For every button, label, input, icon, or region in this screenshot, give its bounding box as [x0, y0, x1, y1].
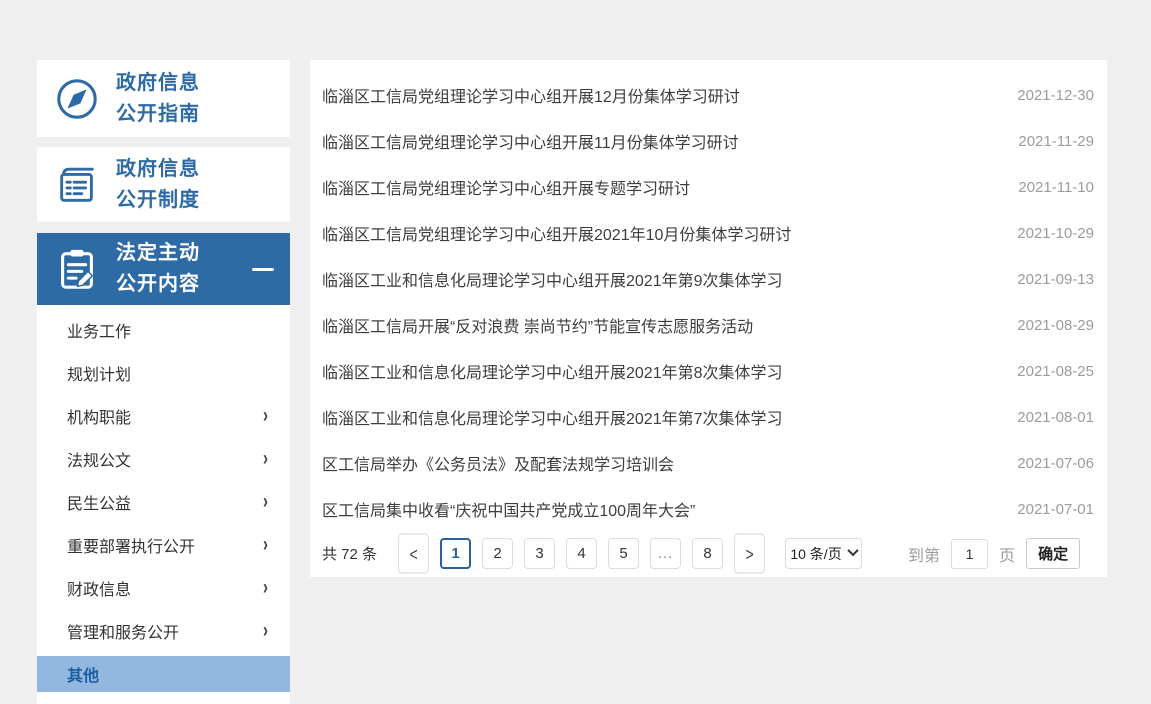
sidebar-item-fiscal-info[interactable]: 财政信息 ›	[37, 566, 290, 609]
sidebar-item-gov-info-system[interactable]: 政府信息 公开制度	[37, 147, 290, 222]
chevron-right-icon: ›	[263, 619, 268, 643]
menu-item-label: 规划计划	[67, 361, 131, 385]
sidebar-item-planning[interactable]: 规划计划	[37, 351, 290, 394]
article-link[interactable]: 临淄区工信局党组理论学习中心组开展专题学习研讨	[322, 175, 690, 199]
sidebar-item-label: 政府信息 公开指南	[116, 68, 200, 130]
chevron-right-icon: ›	[263, 490, 268, 514]
article-date: 2021-11-10	[1018, 179, 1094, 196]
article-date: 2021-10-29	[1017, 225, 1094, 242]
chevron-right-icon: ›	[263, 533, 268, 557]
clipboard-pencil-icon	[54, 246, 100, 292]
chevron-right-icon: ›	[263, 404, 268, 428]
page-button-2[interactable]: 2	[482, 538, 513, 569]
list-item: 临淄区工业和信息化局理论学习中心组开展2021年第7次集体学习 2021-08-…	[310, 394, 1107, 440]
menu-item-label: 法规公文	[67, 447, 131, 471]
sidebar-item-key-deployments[interactable]: 重要部署执行公开 ›	[37, 523, 290, 566]
page-button-5[interactable]: 5	[608, 538, 639, 569]
article-date: 2021-11-29	[1018, 133, 1094, 150]
article-link[interactable]: 临淄区工信局党组理论学习中心组开展2021年10月份集体学习研讨	[322, 221, 791, 245]
sidebar-item-gov-info-guide[interactable]: 政府信息 公开指南	[37, 60, 290, 137]
goto-page-input[interactable]	[951, 539, 988, 569]
article-date: 2021-08-25	[1017, 363, 1094, 380]
article-link[interactable]: 区工信局集中收看“庆祝中国共产党成立100周年大会”	[322, 497, 695, 521]
page-button-1[interactable]: 1	[440, 538, 471, 569]
sidebar-item-label: 法定主动 公开内容	[116, 238, 200, 300]
sidebar-item-other[interactable]: 其他	[37, 656, 290, 692]
compass-icon	[54, 76, 100, 122]
chevron-down-icon	[847, 545, 858, 556]
sidebar-item-management-services[interactable]: 管理和服务公开 ›	[37, 609, 290, 652]
goto-suffix-label: 页	[999, 542, 1015, 566]
page-button-3[interactable]: 3	[524, 538, 555, 569]
sidebar-submenu: 业务工作 规划计划 机构职能 › 法规公文 › 民生公益 › 重要部署执行公开 …	[37, 305, 290, 704]
list-item: 区工信局集中收看“庆祝中国共产党成立100周年大会” 2021-07-01	[310, 486, 1107, 532]
page-size-select[interactable]: 10 条/页	[785, 538, 862, 569]
menu-item-label: 民生公益	[67, 490, 131, 514]
sidebar-item-statutory-disclosure[interactable]: 法定主动 公开内容	[37, 233, 290, 305]
article-link[interactable]: 临淄区工信局开展“反对浪费 崇尚节约”节能宣传志愿服务活动	[322, 313, 753, 337]
menu-item-label: 业务工作	[67, 318, 131, 342]
article-date: 2021-12-30	[1017, 87, 1094, 104]
menu-item-label: 其他	[67, 662, 99, 686]
list-item: 临淄区工信局党组理论学习中心组开展12月份集体学习研讨 2021-12-30	[310, 72, 1107, 118]
next-page-button[interactable]: >	[734, 533, 765, 573]
article-date: 2021-07-06	[1017, 455, 1094, 472]
sidebar: 政府信息 公开指南 政府信息 公开制度	[37, 60, 290, 704]
goto-prefix-label: 到第	[908, 542, 940, 566]
list-item: 临淄区工信局党组理论学习中心组开展2021年10月份集体学习研讨 2021-10…	[310, 210, 1107, 256]
menu-item-label: 机构职能	[67, 404, 131, 428]
page-size-label: 10 条/页	[790, 544, 841, 564]
article-link[interactable]: 临淄区工信局党组理论学习中心组开展11月份集体学习研讨	[322, 129, 739, 153]
article-link[interactable]: 临淄区工业和信息化局理论学习中心组开展2021年第7次集体学习	[322, 405, 783, 429]
article-link[interactable]: 区工信局举办《公务员法》及配套法规学习培训会	[322, 451, 674, 475]
sidebar-item-regulations[interactable]: 法规公文 ›	[37, 437, 290, 480]
list-item: 区工信局举办《公务员法》及配套法规学习培训会 2021-07-06	[310, 440, 1107, 486]
article-date: 2021-07-01	[1017, 501, 1094, 518]
pagination: 共 72 条 < 1 2 3 4 5 ... 8 > 10 条/页 到第 页 确…	[310, 538, 1107, 569]
chevron-right-icon: ›	[263, 576, 268, 600]
page-button-4[interactable]: 4	[566, 538, 597, 569]
article-date: 2021-08-01	[1017, 409, 1094, 426]
menu-item-label: 财政信息	[67, 576, 131, 600]
page-ellipsis-button[interactable]: ...	[650, 538, 681, 569]
article-link[interactable]: 临淄区工业和信息化局理论学习中心组开展2021年第8次集体学习	[322, 359, 783, 383]
sidebar-item-business-work[interactable]: 业务工作	[37, 308, 290, 351]
list-item: 临淄区工信局党组理论学习中心组开展11月份集体学习研讨 2021-11-29	[310, 118, 1107, 164]
sidebar-item-label: 政府信息 公开制度	[116, 154, 200, 216]
article-list-panel: 临淄区工信局党组理论学习中心组开展12月份集体学习研讨 2021-12-30 临…	[310, 60, 1107, 577]
sidebar-item-org-functions[interactable]: 机构职能 ›	[37, 394, 290, 437]
list-item: 临淄区工业和信息化局理论学习中心组开展2021年第9次集体学习 2021-09-…	[310, 256, 1107, 302]
goto-page-group: 到第 页 确定	[908, 538, 1080, 569]
confirm-button[interactable]: 确定	[1026, 538, 1080, 569]
collapse-minus-icon[interactable]	[252, 268, 274, 271]
chevron-right-icon: ›	[263, 447, 268, 471]
article-link[interactable]: 临淄区工信局党组理论学习中心组开展12月份集体学习研讨	[322, 83, 740, 107]
menu-item-label: 重要部署执行公开	[67, 533, 195, 557]
page-button-8[interactable]: 8	[692, 538, 723, 569]
prev-page-button[interactable]: <	[398, 533, 429, 573]
total-count-label: 共 72 条	[322, 543, 377, 564]
list-item: 临淄区工业和信息化局理论学习中心组开展2021年第8次集体学习 2021-08-…	[310, 348, 1107, 394]
article-link[interactable]: 临淄区工业和信息化局理论学习中心组开展2021年第9次集体学习	[322, 267, 783, 291]
sidebar-item-livelihood[interactable]: 民生公益 ›	[37, 480, 290, 523]
list-item: 临淄区工信局党组理论学习中心组开展专题学习研讨 2021-11-10	[310, 164, 1107, 210]
article-date: 2021-08-29	[1017, 317, 1094, 334]
ledger-icon	[54, 162, 100, 208]
list-item: 临淄区工信局开展“反对浪费 崇尚节约”节能宣传志愿服务活动 2021-08-29	[310, 302, 1107, 348]
menu-item-label: 管理和服务公开	[67, 619, 179, 643]
article-date: 2021-09-13	[1017, 271, 1094, 288]
